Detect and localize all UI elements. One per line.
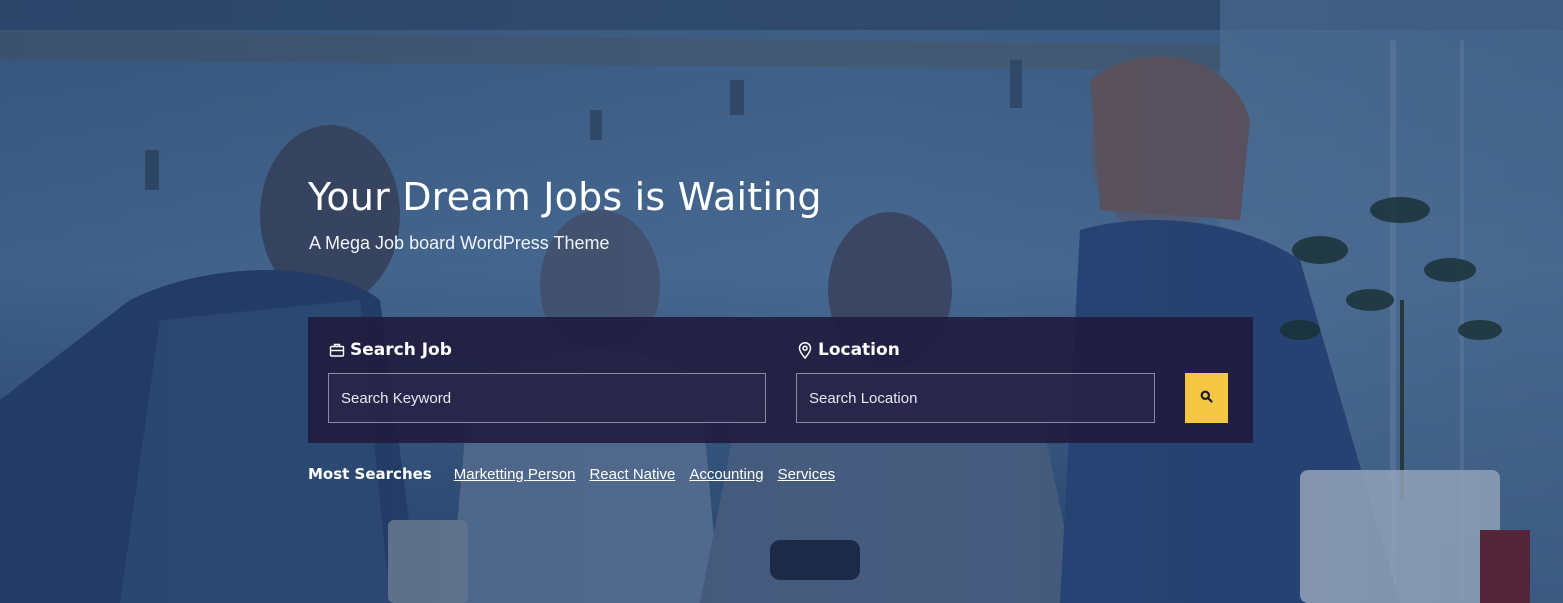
- search-icon: [1200, 390, 1213, 406]
- search-keyword-input[interactable]: [328, 373, 766, 423]
- hero-title: Your Dream Jobs is Waiting: [308, 175, 822, 219]
- location-label: Location: [796, 337, 900, 363]
- search-button[interactable]: [1185, 373, 1228, 423]
- search-link-services[interactable]: Services: [778, 466, 836, 483]
- hero-subtitle: A Mega Job board WordPress Theme: [309, 233, 610, 253]
- briefcase-icon: [328, 341, 346, 359]
- search-job-label: Search Job: [328, 337, 452, 363]
- most-searches-label: Most Searches: [308, 465, 432, 483]
- hero-banner: Your Dream Jobs is Waiting A Mega Job bo…: [0, 0, 1563, 603]
- search-link-accounting[interactable]: Accounting: [689, 466, 763, 483]
- search-location-input[interactable]: [796, 373, 1155, 423]
- search-link-react-native[interactable]: React Native: [589, 466, 675, 483]
- most-searches: Most Searches Marketting Person React Na…: [308, 463, 849, 485]
- map-pin-icon: [796, 341, 814, 359]
- most-searches-links: Marketting Person React Native Accountin…: [454, 466, 849, 483]
- location-label-text: Location: [818, 340, 900, 360]
- search-link-marketting-person[interactable]: Marketting Person: [454, 466, 576, 483]
- search-job-label-text: Search Job: [350, 340, 452, 360]
- hero-overlay: [0, 0, 1563, 603]
